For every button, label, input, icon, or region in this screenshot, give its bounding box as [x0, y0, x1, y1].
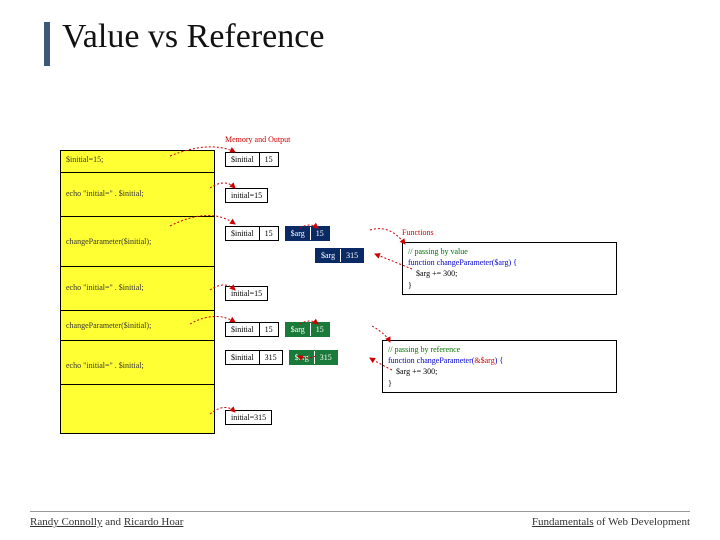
code-line: changeParameter($initial); — [61, 311, 214, 341]
code-line: echo "initial=" . $initial; — [61, 173, 214, 217]
arg-box: $arg15 — [285, 322, 330, 337]
output-box: initial=15 — [225, 286, 268, 301]
mem-row-5: $initial15 $arg15 — [225, 322, 330, 337]
slide-title: Value vs Reference — [62, 18, 324, 56]
mem-row-6: $initial315 $arg315 — [225, 350, 338, 365]
arg-box: $arg15 — [285, 226, 330, 241]
mem-row-7: initial=315 — [225, 410, 272, 425]
var-box: $initial15 — [225, 226, 279, 241]
title-accent-bar — [44, 22, 50, 66]
code-line: echo "initial=" . $initial; — [61, 341, 214, 385]
mem-row-4: initial=15 — [225, 286, 268, 301]
code-line: changeParameter($initial); — [61, 217, 214, 267]
slide: Value vs Reference $initial=15; echo "in… — [0, 0, 720, 540]
functions-label: Functions — [402, 228, 434, 237]
code-line: $initial=15; — [61, 151, 214, 173]
mem-row-2: initial=15 — [225, 188, 268, 203]
function-box-value: // passing by value function changeParam… — [402, 242, 617, 295]
mem-row-1: $initial15 — [225, 152, 279, 167]
var-box: $initial315 — [225, 350, 283, 365]
title-row: Value vs Reference — [0, 0, 720, 66]
mem-row-3: $initial15 $arg15 — [225, 226, 330, 241]
footer-left: Randy Connolly and Ricardo Hoar — [30, 516, 183, 528]
var-box: $initial15 — [225, 322, 279, 337]
footer-right: Fundamentals of Web Development — [532, 516, 690, 528]
var-box: $initial15 — [225, 152, 279, 167]
code-line — [61, 385, 214, 433]
arg-box: $arg315 — [315, 248, 364, 263]
footer: Randy Connolly and Ricardo Hoar Fundamen… — [30, 511, 690, 528]
code-line: echo "initial=" . $initial; — [61, 267, 214, 311]
mem-row-3b: $arg315 — [315, 248, 364, 263]
output-box: initial=315 — [225, 410, 272, 425]
output-box: initial=15 — [225, 188, 268, 203]
code-column: $initial=15; echo "initial=" . $initial;… — [60, 150, 215, 434]
arg-box: $arg315 — [289, 350, 338, 365]
memory-label: Memory and Output — [225, 135, 290, 144]
function-box-reference: // passing by reference function changeP… — [382, 340, 617, 393]
